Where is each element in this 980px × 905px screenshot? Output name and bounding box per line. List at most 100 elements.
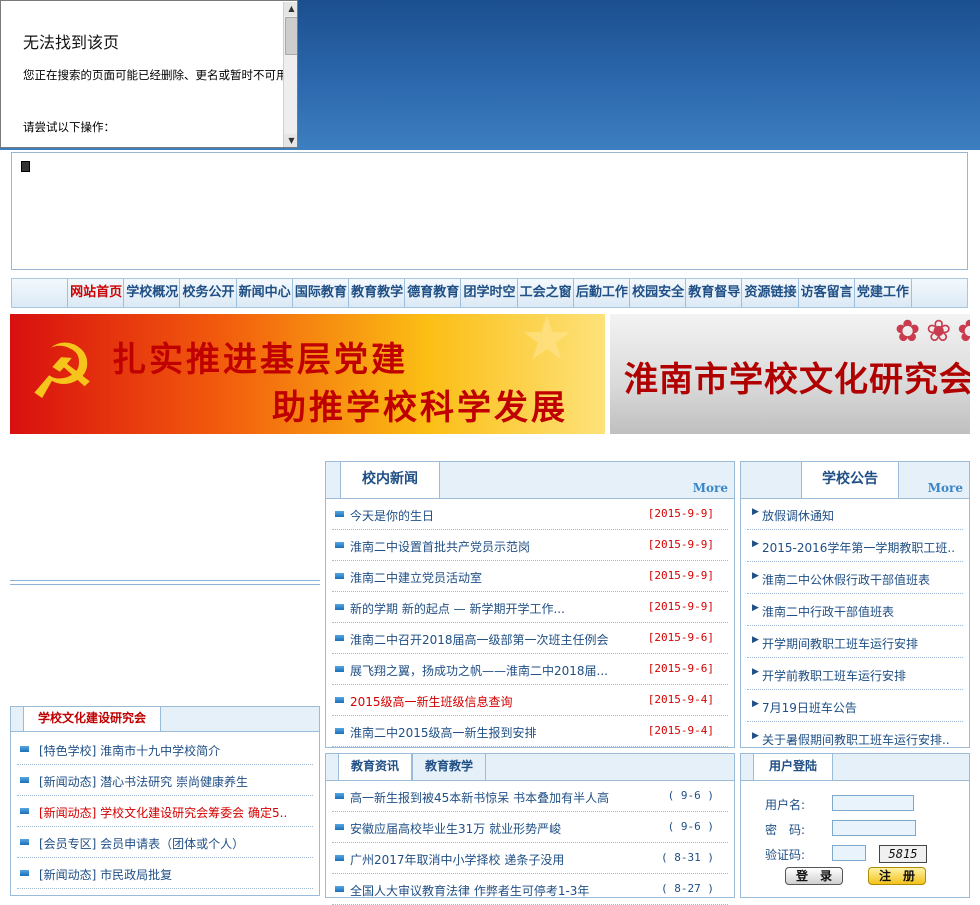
news-title[interactable]: 淮南二中2015级高一新生报到安排 — [350, 724, 640, 741]
edu-row[interactable]: 全国人大审议教育法律 作弊者生可停考1-3年( 8-27 ) — [332, 874, 728, 905]
tab-edu-news[interactable]: 教育资讯 — [338, 754, 412, 780]
culture-title[interactable]: [新闻动态] 学校文化建设研究会筹委会 确定5.. — [39, 804, 311, 821]
nav-item[interactable]: 团学时空 — [460, 279, 517, 307]
news-row[interactable]: 展飞翔之翼，扬成功之帆——淮南二中2018届... [2015-9-6] — [332, 654, 728, 685]
culture-title[interactable]: [会员专区] 会员申请表（团体或个人） — [39, 835, 311, 852]
scroll-down-icon[interactable]: ▼ — [284, 134, 297, 147]
nav-item[interactable]: 资源链接 — [741, 279, 798, 307]
edu-row[interactable]: 广州2017年取消中小学择校 递条子没用 ( 8-31 ) — [332, 843, 728, 874]
nav-item[interactable]: 学校概况 — [123, 279, 180, 307]
news-row[interactable]: 新的学期 新的起点 — 新学期开学工作... [2015-9-9] — [332, 592, 728, 623]
news-title[interactable]: 淮南二中设置首批共产党员示范岗 — [350, 538, 640, 555]
news-title[interactable]: 淮南二中建立党员活动室 — [350, 569, 640, 586]
edu-panel: 教育资讯 教育教学 高一新生报到被45本新书惊呆 书本叠加有半人高 ( 9-6 )… — [325, 753, 735, 905]
culture-row[interactable]: [新闻动态] 市民政局批复 — [17, 858, 313, 889]
nav-item[interactable]: 新闻中心 — [235, 279, 293, 307]
captcha-input[interactable] — [832, 845, 866, 861]
culture-row[interactable]: [特色学校] 淮南市十九中学校简介 — [17, 734, 313, 765]
culture-panel: 学校文化建设研究会 [特色学校] 淮南市十九中学校简介 [新闻动态] 潜心书法研究… — [10, 706, 320, 896]
notice-row[interactable]: ▶ 开学前教职工班车运行安排 — [747, 659, 963, 690]
bullet-icon — [20, 808, 29, 814]
culture-row[interactable]: [新闻动态] 潜心书法研究 崇尚健康养生 — [17, 765, 313, 796]
notice-title[interactable]: 关于暑假期间教职工班车运行安排.. — [762, 731, 962, 748]
news-title[interactable]: 今天是你的生日 — [350, 507, 640, 524]
register-button[interactable]: 注 册 — [868, 867, 926, 885]
scroll-up-icon[interactable]: ▲ — [284, 2, 297, 16]
bullet-icon — [335, 511, 344, 517]
username-input[interactable] — [832, 795, 914, 811]
scroll-thumb[interactable] — [285, 17, 297, 55]
notice-row[interactable]: ▶ 淮南二中公休假行政干部值班表 — [747, 563, 963, 594]
culture-row[interactable]: [新闻动态] 学校文化建设研究会筹委会 确定5.. — [17, 796, 313, 827]
bullet-icon — [20, 839, 29, 845]
nav-item[interactable]: 后勤工作 — [572, 279, 630, 307]
edu-date: ( 9-6 ) — [667, 789, 714, 802]
notice-row[interactable]: ▶ 2015-2016学年第一学期教职工班.. — [747, 531, 963, 562]
news-title[interactable]: 2015级高一新生班级信息查询 — [350, 693, 640, 710]
nav-item[interactable]: 国际教育 — [291, 279, 349, 307]
nav-item[interactable]: 党建工作 — [853, 279, 912, 307]
edu-row[interactable]: 安徽应届高校毕业生31万 就业形势严峻 ( 9-6 ) — [332, 812, 728, 843]
nav-item[interactable]: 工会之窗 — [516, 279, 574, 307]
culture-row[interactable]: [会员专区] 会员申请表（团体或个人） — [17, 827, 313, 858]
notice-title[interactable]: 7月19日班车公告 — [762, 699, 962, 716]
notice-row[interactable]: ▶ 7月19日班车公告 — [747, 691, 963, 722]
news-row[interactable]: 淮南二中设置首批共产党员示范岗 [2015-9-9] — [332, 530, 728, 561]
news-row[interactable]: 淮南二中建立党员活动室 [2015-9-9] — [332, 561, 728, 592]
nav-item[interactable]: 访客留言 — [797, 279, 855, 307]
news-title[interactable]: 新的学期 新的起点 — 新学期开学工作... — [350, 600, 640, 617]
error-iframe: 无法找到该页 您正在搜索的页面可能已经删除、更名或暂时不可用。 请尝试以下操作：… — [0, 0, 298, 148]
edu-title[interactable]: 高一新生报到被45本新书惊呆 书本叠加有半人高 — [350, 789, 650, 806]
error-title: 无法找到该页 — [23, 33, 120, 52]
nav-item[interactable]: 网站首页 — [67, 279, 124, 307]
culture-title[interactable]: [新闻动态] 市民政局批复 — [39, 866, 311, 883]
error-message: 您正在搜索的页面可能已经删除、更名或暂时不可用。 — [23, 68, 285, 82]
bullet-icon — [335, 573, 344, 579]
news-title[interactable]: 淮南二中召开2018届高一级部第一次班主任例会 — [350, 631, 640, 648]
login-panel-title: 用户登陆 — [753, 754, 833, 780]
edu-date: ( 8-27 ) — [661, 882, 714, 895]
tab-edu-teaching[interactable]: 教育教学 — [412, 754, 486, 780]
embedded-frame — [11, 152, 968, 270]
culture-title[interactable]: [新闻动态] 潜心书法研究 崇尚健康养生 — [39, 773, 311, 790]
nav-item[interactable]: 德育教育 — [404, 279, 461, 307]
edu-title[interactable]: 广州2017年取消中小学择校 递条子没用 — [350, 851, 650, 868]
notice-row[interactable]: ▶ 关于暑假期间教职工班车运行安排.. — [747, 723, 963, 754]
arrow-right-icon: ▶ — [752, 731, 759, 741]
arrow-right-icon: ▶ — [752, 603, 759, 613]
nav-item[interactable]: 教育教学 — [348, 279, 405, 307]
culture-panel-title[interactable]: 学校文化建设研究会 — [23, 707, 161, 731]
news-row[interactable]: 淮南二中2015级高一新生报到安排 [2015-9-4] — [332, 716, 728, 747]
edu-row[interactable]: 高一新生报到被45本新书惊呆 书本叠加有半人高 ( 9-6 ) — [332, 781, 728, 812]
password-label: 密 码: — [765, 823, 806, 837]
star-icon: ★ — [520, 314, 574, 374]
news-row[interactable]: 今天是你的生日 [2015-9-9] — [332, 499, 728, 530]
notice-title[interactable]: 淮南二中行政干部值班表 — [762, 603, 962, 620]
news-title[interactable]: 展飞翔之翼，扬成功之帆——淮南二中2018届... — [350, 662, 640, 679]
culture-title[interactable]: [特色学校] 淮南市十九中学校简介 — [39, 742, 311, 759]
notice-title[interactable]: 2015-2016学年第一学期教职工班.. — [762, 539, 962, 556]
notice-title[interactable]: 放假调休通知 — [762, 507, 962, 524]
notice-panel: 学校公告 More ▶ 放假调休通知 ▶ 2015-2016学年第一学期教职工班.. ▶… — [740, 461, 970, 754]
notice-panel-title[interactable]: 学校公告 — [801, 462, 899, 498]
login-button[interactable]: 登 录 — [785, 867, 843, 885]
captcha-image[interactable]: 5815 — [879, 845, 927, 863]
edu-title[interactable]: 安徽应届高校毕业生31万 就业形势严峻 — [350, 820, 650, 837]
bullet-icon — [335, 604, 344, 610]
nav-item[interactable]: 教育督导 — [685, 279, 742, 307]
news-row[interactable]: 2015级高一新生班级信息查询 [2015-9-4] — [332, 685, 728, 716]
nav-item[interactable]: 校务公开 — [179, 279, 236, 307]
notice-more-link[interactable]: More — [928, 481, 963, 495]
nav-item[interactable]: 校园安全 — [629, 279, 686, 307]
notice-row[interactable]: ▶ 淮南二中行政干部值班表 — [747, 595, 963, 626]
notice-title[interactable]: 淮南二中公休假行政干部值班表 — [762, 571, 962, 588]
notice-row[interactable]: ▶ 放假调休通知 — [747, 499, 963, 530]
password-input[interactable] — [832, 820, 916, 836]
notice-row[interactable]: ▶ 开学期间教职工班车运行安排 — [747, 627, 963, 658]
notice-title[interactable]: 开学前教职工班车运行安排 — [762, 667, 962, 684]
news-row[interactable]: 淮南二中召开2018届高一级部第一次班主任例会 [2015-9-6] — [332, 623, 728, 654]
iframe-scrollbar[interactable]: ▲ ▼ — [283, 2, 297, 147]
notice-title[interactable]: 开学期间教职工班车运行安排 — [762, 635, 962, 652]
news-panel-title[interactable]: 校内新闻 — [340, 462, 440, 498]
news-more-link[interactable]: More — [693, 481, 728, 495]
